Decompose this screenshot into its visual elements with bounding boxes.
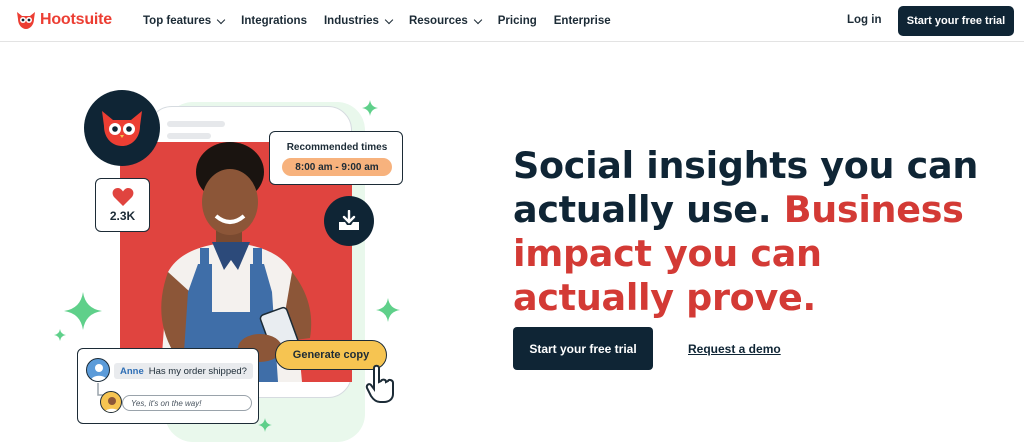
download-badge	[324, 196, 374, 246]
sparkle-icon	[362, 100, 378, 116]
sparkle-icon	[376, 298, 400, 322]
start-trial-button-nav[interactable]: Start your free trial	[898, 6, 1014, 36]
nav-item-pricing[interactable]: Pricing	[498, 15, 537, 27]
sparkle-icon	[54, 329, 66, 341]
chevron-down-icon	[216, 15, 226, 24]
start-trial-button[interactable]: Start your free trial	[513, 327, 653, 370]
nav-item-top-features[interactable]: Top features	[143, 15, 226, 27]
chat-message-text: Has my order shipped?	[148, 365, 247, 377]
recommended-times-card: Recommended times 8:00 am - 9:00 am	[269, 131, 403, 185]
login-link[interactable]: Log in	[847, 14, 882, 26]
nav-item-label: Pricing	[497, 15, 537, 27]
chat-reply-field: Yes, it's on the way!	[122, 395, 252, 411]
nav-item-industries[interactable]: Industries	[323, 15, 394, 27]
request-demo-link[interactable]: Request a demo	[688, 342, 781, 356]
recommended-time-pill: 8:00 am - 9:00 am	[282, 158, 392, 176]
chat-card: Anne Has my order shipped? Yes, it's on …	[77, 348, 259, 424]
chevron-down-icon	[384, 15, 394, 24]
hero-illustration: 2.3K Recommended times 8:00 am - 9:00 am…	[0, 42, 480, 447]
nav-item-resources[interactable]: Resources	[408, 15, 483, 27]
agent-avatar	[100, 391, 122, 413]
inbox-download-icon	[339, 210, 359, 230]
top-nav: Hootsuite Top features Integrations Indu…	[0, 0, 1024, 42]
owl-avatar-badge	[84, 90, 160, 166]
hootsuite-logo[interactable]: Hootsuite	[15, 9, 112, 31]
sparkle-icon	[258, 418, 272, 432]
owl-logo-icon	[17, 12, 35, 29]
customer-avatar	[86, 358, 110, 382]
nav-item-label: Resources	[408, 15, 468, 27]
heart-icon	[112, 188, 133, 206]
nav-item-label: Enterprise	[553, 15, 611, 27]
brand-name: Hootsuite	[40, 11, 112, 28]
nav-item-enterprise[interactable]: Enterprise	[554, 15, 611, 27]
hero-headline: Social insights you can actually use. Bu…	[513, 144, 993, 320]
chat-sender-name: Anne	[120, 365, 144, 377]
cursor-hand-icon	[365, 364, 394, 403]
nav-menu: Top features Integrations Industries Res…	[143, 0, 628, 42]
sparkle-icon	[64, 292, 102, 330]
likes-card: 2.3K	[95, 178, 150, 232]
chat-message: Anne Has my order shipped?	[114, 363, 253, 379]
nav-item-integrations[interactable]: Integrations	[241, 15, 307, 27]
likes-count: 2.3K	[109, 209, 136, 223]
placeholder-line	[167, 133, 211, 139]
placeholder-line	[167, 121, 225, 127]
chevron-down-icon	[473, 15, 483, 24]
nav-item-label: Top features	[143, 15, 212, 27]
owl-icon	[102, 111, 142, 146]
recommended-times-title: Recommended times	[286, 142, 388, 153]
nav-item-label: Industries	[323, 15, 379, 27]
nav-item-label: Integrations	[241, 15, 307, 27]
